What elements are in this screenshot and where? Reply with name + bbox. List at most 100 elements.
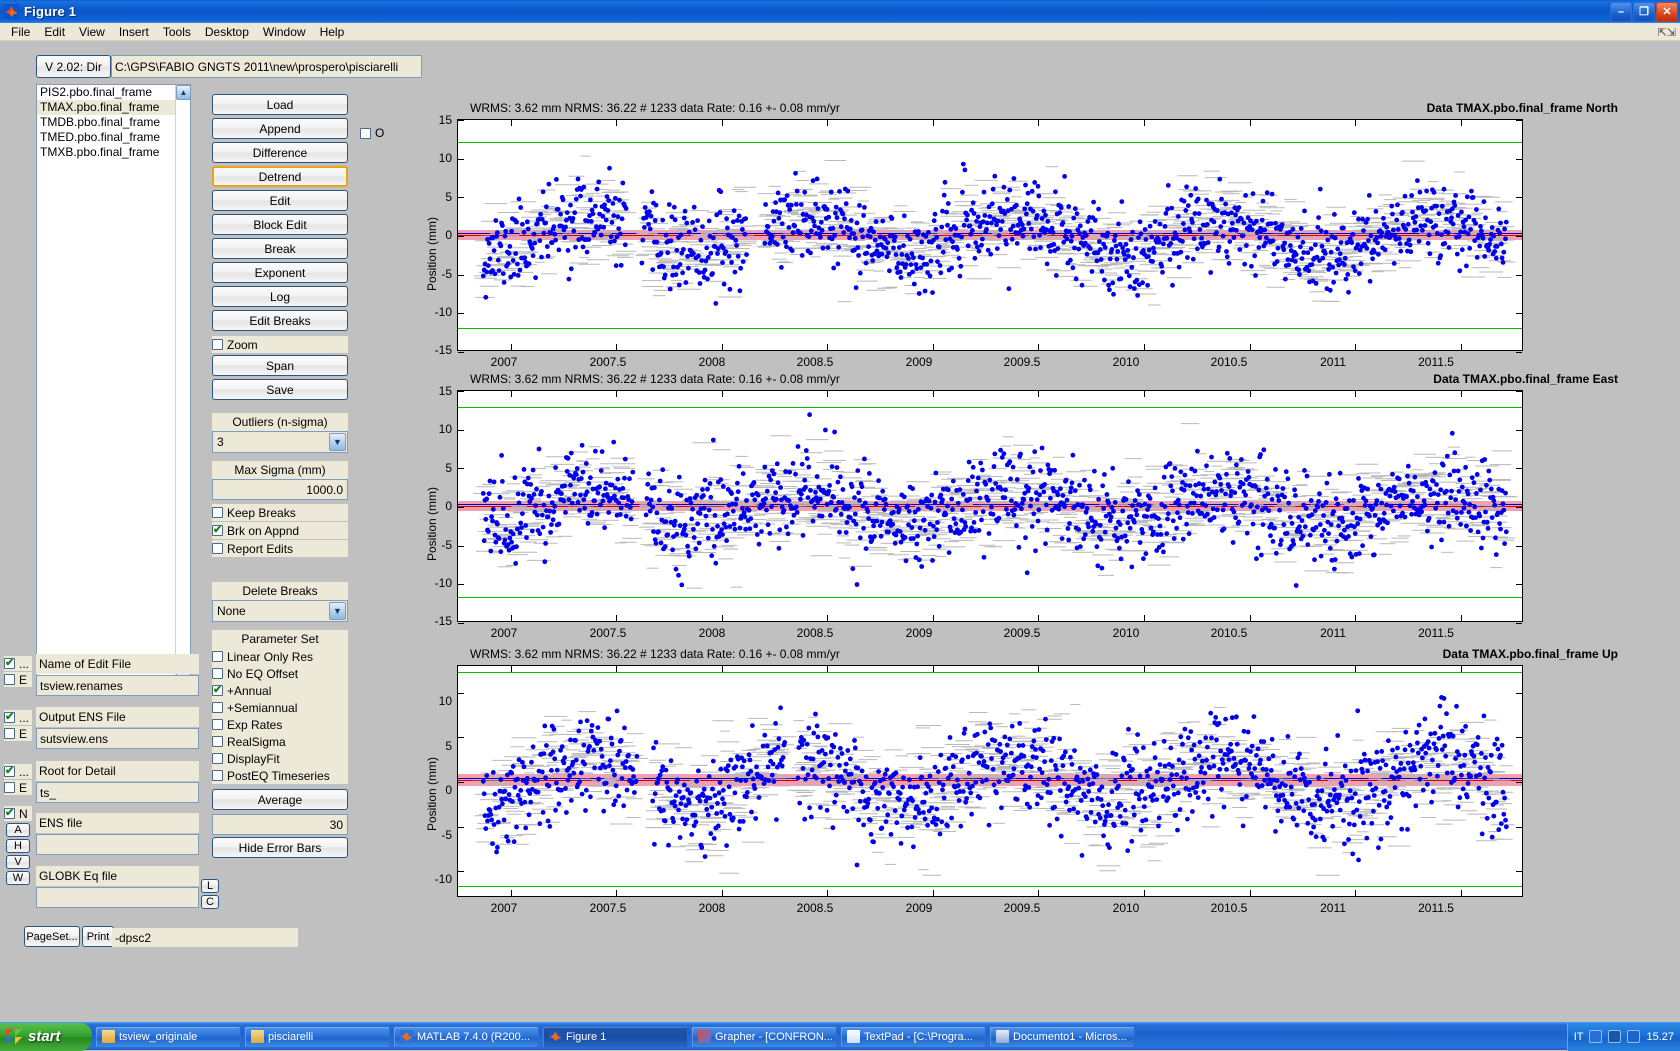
scroll-up-icon[interactable]: ▲: [176, 85, 191, 100]
taskbar-item-figure-1[interactable]: Figure 1: [542, 1026, 688, 1048]
listbox-scrollbar[interactable]: ▲ ▼: [175, 85, 190, 688]
plot-up-axes[interactable]: [457, 665, 1523, 897]
log-button[interactable]: Log: [212, 286, 348, 307]
list-item[interactable]: TMED.pbo.final_frame: [37, 130, 190, 145]
menu-help[interactable]: Help: [313, 24, 352, 40]
edit-file-dots-checkbox[interactable]: ...: [4, 656, 32, 671]
realsigma-checkbox-box[interactable]: [212, 736, 223, 747]
component-w-button[interactable]: W: [6, 871, 30, 885]
edit-button[interactable]: Edit: [212, 190, 348, 211]
ens-file-input[interactable]: [36, 834, 199, 855]
component-v-button[interactable]: V: [6, 855, 30, 869]
list-item[interactable]: TMDB.pbo.final_frame: [37, 115, 190, 130]
close-button[interactable]: ✕: [1656, 2, 1678, 22]
ens-out-input[interactable]: sutsview.ens: [36, 728, 199, 749]
delete-breaks-dropdown[interactable]: None ▼: [212, 600, 348, 622]
edit-file-e-checkbox-box[interactable]: [4, 674, 15, 685]
report-edits-checkbox-box[interactable]: [212, 543, 223, 554]
taskbar-item-tsview-originale[interactable]: tsview_originale: [95, 1026, 241, 1048]
zoom-checkbox[interactable]: Zoom: [212, 336, 348, 353]
linear-only-res-checkbox[interactable]: Linear Only Res: [212, 648, 348, 665]
window-titlebar[interactable]: Figure 1 – ❐ ✕: [0, 0, 1680, 23]
plot-north-axes[interactable]: [457, 119, 1523, 351]
edit-file-input[interactable]: tsview.renames: [36, 675, 199, 696]
north-checkbox-box[interactable]: [4, 808, 15, 819]
taskbar-item-matlab[interactable]: MATLAB 7.4.0 (R200...: [393, 1026, 539, 1048]
globk-l-button[interactable]: L: [201, 879, 219, 893]
root-detail-e-checkbox[interactable]: E: [4, 780, 32, 795]
tray-clock[interactable]: 15.27: [1646, 1031, 1674, 1043]
pageset-button[interactable]: PageSet...: [24, 926, 80, 947]
exponent-button[interactable]: Exponent: [212, 262, 348, 283]
volume-icon[interactable]: [1589, 1030, 1602, 1043]
average-value-input[interactable]: 30: [212, 814, 348, 835]
component-h-button[interactable]: H: [6, 839, 30, 853]
dir-path-field[interactable]: C:\GPS\FABIO GNGTS 2011\new\prospero\pis…: [111, 55, 422, 78]
displayfit-checkbox[interactable]: DisplayFit: [212, 750, 348, 767]
chevron-down-icon[interactable]: ▼: [329, 433, 346, 451]
shield-icon[interactable]: [1627, 1030, 1640, 1043]
span-button[interactable]: Span: [212, 355, 348, 376]
root-detail-dots-checkbox[interactable]: ...: [4, 764, 32, 779]
max-sigma-input[interactable]: 1000.0: [212, 479, 348, 500]
globk-c-button[interactable]: C: [201, 895, 219, 909]
difference-button[interactable]: Difference: [212, 142, 348, 163]
o-checkbox[interactable]: O: [360, 125, 384, 141]
plot-east-axes[interactable]: [457, 390, 1523, 622]
brk-on-appnd-checkbox[interactable]: Brk on Appnd: [212, 522, 348, 539]
ens-out-dots-checkbox-box[interactable]: [4, 712, 15, 723]
north-checkbox[interactable]: N: [4, 806, 32, 821]
start-button[interactable]: start: [0, 1023, 92, 1051]
posteq-timeseries-checkbox-box[interactable]: [212, 770, 223, 781]
taskbar-item-textpad[interactable]: TextPad - [C:\Progra...: [840, 1026, 986, 1048]
block-edit-button[interactable]: Block Edit: [212, 214, 348, 235]
edit-file-dots-checkbox-box[interactable]: [4, 658, 15, 669]
menu-tools[interactable]: Tools: [156, 24, 198, 40]
outliers-dropdown[interactable]: 3 ▼: [212, 431, 348, 453]
menu-file[interactable]: File: [4, 24, 37, 40]
average-button[interactable]: Average: [212, 789, 348, 810]
chevron-down-icon[interactable]: ▼: [329, 602, 346, 620]
break-button[interactable]: Break: [212, 238, 348, 259]
dock-arrow-icon[interactable]: ⇱⇲: [1658, 26, 1676, 39]
append-button[interactable]: Append: [212, 118, 348, 139]
ens-out-e-checkbox-box[interactable]: [4, 728, 15, 739]
file-listbox[interactable]: PIS2.pbo.final_frame TMAX.pbo.final_fram…: [36, 84, 191, 689]
ens-out-dots-checkbox[interactable]: ...: [4, 710, 32, 725]
exp-rates-checkbox[interactable]: Exp Rates: [212, 716, 348, 733]
root-detail-e-checkbox-box[interactable]: [4, 782, 15, 793]
taskbar-item-pisciarelli[interactable]: pisciarelli: [244, 1026, 390, 1048]
displayfit-checkbox-box[interactable]: [212, 753, 223, 764]
semiannual-checkbox[interactable]: +Semiannual: [212, 699, 348, 716]
brk-on-appnd-checkbox-box[interactable]: [212, 525, 223, 536]
menu-window[interactable]: Window: [256, 24, 313, 40]
print-button[interactable]: Print: [82, 926, 114, 947]
save-button[interactable]: Save: [212, 379, 348, 400]
version-dir-button[interactable]: V 2.02: Dir: [36, 55, 111, 78]
realsigma-checkbox[interactable]: RealSigma: [212, 733, 348, 750]
maximize-button[interactable]: ❐: [1633, 2, 1655, 22]
hide-error-bars-button[interactable]: Hide Error Bars: [212, 837, 348, 858]
menu-insert[interactable]: Insert: [112, 24, 156, 40]
menu-edit[interactable]: Edit: [37, 24, 72, 40]
no-eq-offset-checkbox[interactable]: No EQ Offset: [212, 665, 348, 682]
annual-checkbox[interactable]: +Annual: [212, 682, 348, 699]
taskbar-item-grapher[interactable]: Grapher - [CONFRON...: [691, 1026, 837, 1048]
list-item[interactable]: TMAX.pbo.final_frame: [37, 100, 190, 115]
ens-out-e-checkbox[interactable]: E: [4, 726, 32, 741]
load-button[interactable]: Load: [212, 94, 348, 115]
list-item[interactable]: PIS2.pbo.final_frame: [37, 85, 190, 100]
keep-breaks-checkbox-box[interactable]: [212, 507, 223, 518]
taskbar-item-documento1[interactable]: Documento1 - Micros...: [989, 1026, 1135, 1048]
print-options-input[interactable]: -dpsc2: [112, 928, 298, 947]
linear-only-res-checkbox-box[interactable]: [212, 651, 223, 662]
globk-eq-input[interactable]: [36, 887, 199, 908]
semiannual-checkbox-box[interactable]: [212, 702, 223, 713]
o-checkbox-box[interactable]: [360, 128, 371, 139]
edit-file-e-checkbox[interactable]: E: [4, 672, 32, 687]
tray-language[interactable]: IT: [1574, 1031, 1584, 1043]
list-item[interactable]: TMXB.pbo.final_frame: [37, 145, 190, 160]
no-eq-offset-checkbox-box[interactable]: [212, 668, 223, 679]
menu-desktop[interactable]: Desktop: [198, 24, 256, 40]
report-edits-checkbox[interactable]: Report Edits: [212, 540, 348, 557]
